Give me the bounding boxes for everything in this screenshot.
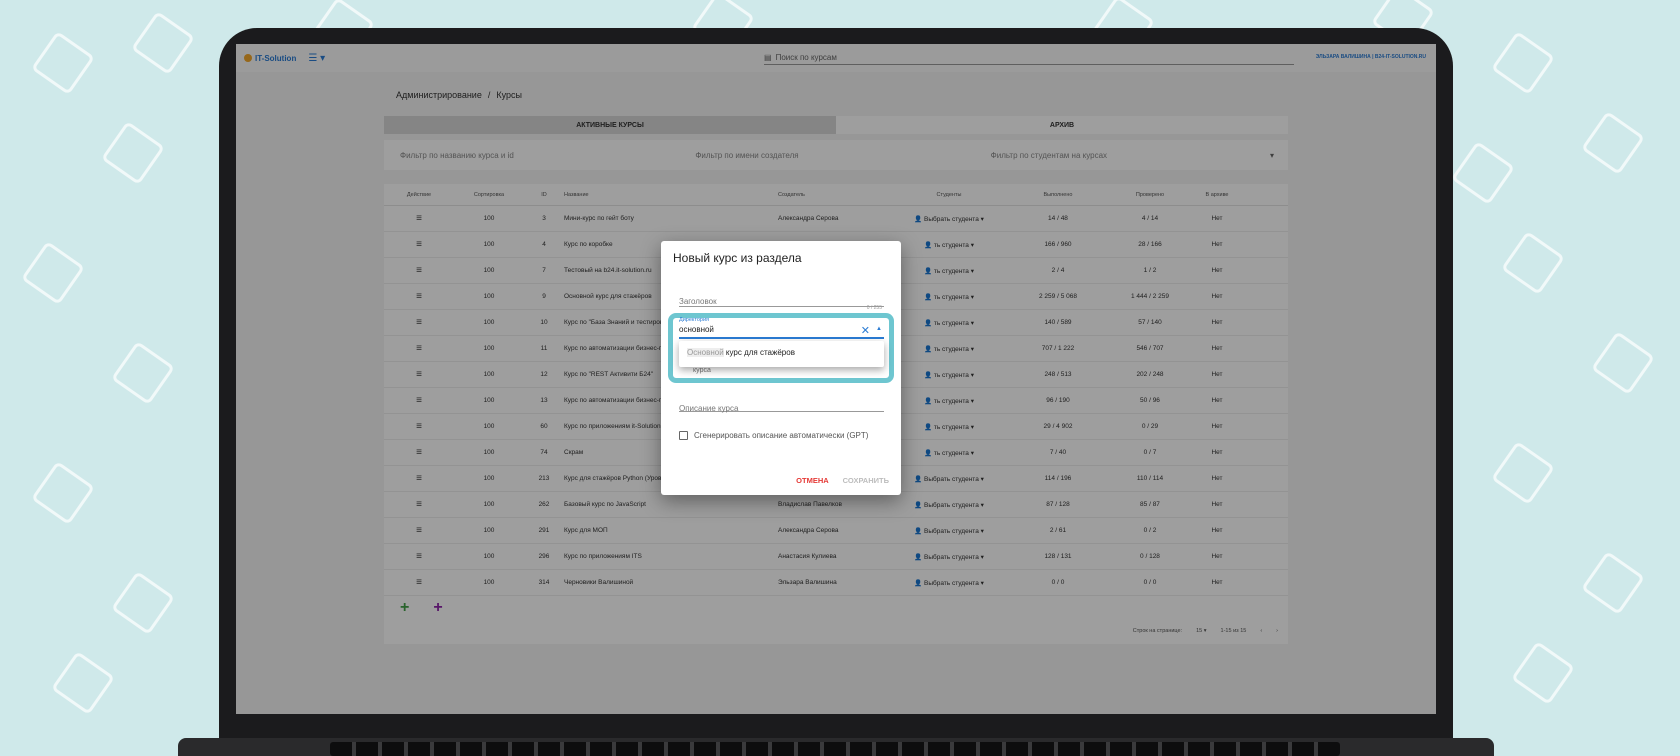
description-field[interactable]: Описание курса <box>679 398 884 413</box>
directory-input[interactable]: основной ✕ ▲ <box>679 325 884 339</box>
directory-dropdown: Основной курс для стажёров <box>679 341 884 367</box>
description-label: Описание курса <box>679 404 739 413</box>
clear-icon[interactable]: ✕ <box>861 324 870 337</box>
dialog-actions: ОТМЕНА СОХРАНИТЬ <box>796 476 889 485</box>
directory-label: Директория <box>679 317 710 323</box>
gpt-checkbox[interactable] <box>679 431 688 440</box>
cancel-button[interactable]: ОТМЕНА <box>796 476 829 485</box>
save-button[interactable]: СОХРАНИТЬ <box>843 476 889 485</box>
option-rest: курс для стажёров <box>723 348 795 357</box>
directory-value: основной <box>679 325 714 334</box>
title-counter: 0 / 255 <box>866 305 882 311</box>
laptop-keyboard <box>330 742 1340 756</box>
gpt-checkbox-row[interactable]: Сгенерировать описание автоматически (GP… <box>679 431 868 440</box>
gpt-checkbox-label: Сгенерировать описание автоматически (GP… <box>694 431 869 440</box>
title-field-label: Заголовок <box>679 297 717 306</box>
arrow-up-icon[interactable]: ▲ <box>876 326 882 332</box>
dialog-title: Новый курс из раздела <box>673 251 802 265</box>
new-course-dialog: Новый курс из раздела Заголовок 0 / 255 … <box>661 241 901 495</box>
option-match: Основной <box>687 348 724 357</box>
title-field[interactable]: Заголовок 0 / 255 <box>679 291 884 311</box>
dropdown-option[interactable]: Основной курс для стажёров <box>687 348 884 357</box>
app-screen: IT-Solution ☰ ▾ ▤ Поиск по курсам ЭЛЬЗАР… <box>236 44 1436 714</box>
